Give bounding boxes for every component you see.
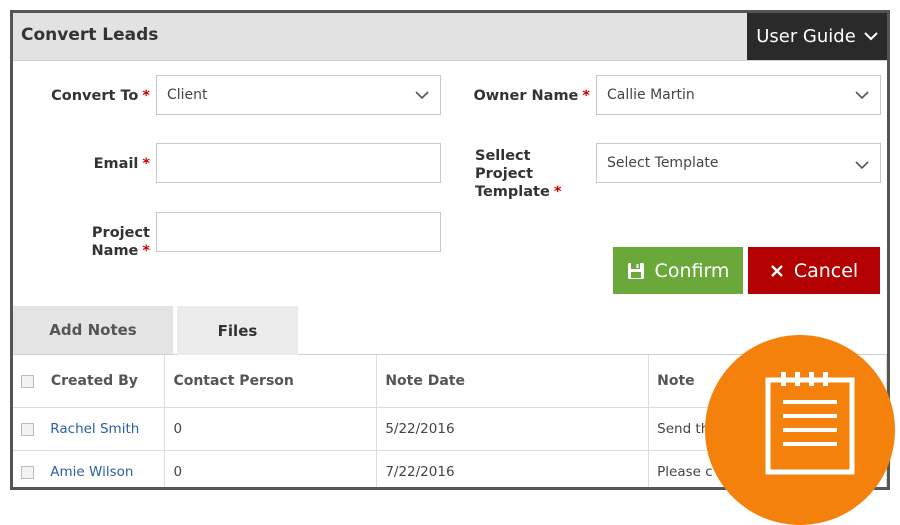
required-marker: * (142, 156, 150, 172)
created-by-link[interactable]: Amie Wilson (50, 464, 133, 480)
email-field[interactable] (156, 143, 441, 183)
project-template-value: Select Template (607, 155, 719, 171)
notepad-badge (705, 335, 895, 525)
column-header-contact-person: Contact Person (164, 355, 378, 408)
note-date-cell: 7/22/2016 (376, 450, 650, 487)
dialog-header: Convert Leads User Guide (13, 13, 887, 61)
confirm-label: Confirm (654, 259, 730, 282)
owner-name-select[interactable]: Callie Martin (596, 75, 881, 115)
created-by-link[interactable]: Rachel Smith (50, 421, 139, 437)
close-icon (770, 264, 783, 277)
required-marker: * (553, 184, 562, 200)
chevron-down-icon (855, 161, 869, 170)
contact-person-cell: 0 (164, 450, 378, 487)
convert-to-select[interactable]: Client (156, 75, 441, 115)
project-name-field[interactable] (156, 212, 441, 252)
user-guide-button[interactable]: User Guide (747, 13, 887, 60)
select-all-checkbox[interactable] (21, 374, 34, 388)
row-checkbox[interactable] (21, 465, 34, 479)
row-checkbox[interactable] (21, 422, 34, 436)
email-label: Email * (93, 156, 150, 172)
chevron-down-icon (855, 91, 869, 100)
project-name-label: Project Name * (91, 225, 150, 259)
project-template-select[interactable]: Select Template (596, 143, 881, 183)
project-template-label: Sellect Project Template * (475, 148, 562, 200)
convert-to-label: Convert To * (51, 88, 150, 104)
user-guide-label: User Guide (756, 26, 856, 47)
tab-add-notes[interactable]: Add Notes (13, 306, 173, 354)
floppy-disk-icon (627, 262, 644, 279)
owner-name-label: Owner Name * (473, 88, 590, 104)
cancel-label: Cancel (793, 259, 859, 282)
note-date-cell: 5/22/2016 (376, 407, 650, 451)
cancel-button[interactable]: Cancel (748, 247, 880, 294)
confirm-button[interactable]: Confirm (613, 247, 743, 294)
chevron-down-icon (864, 32, 878, 41)
required-marker: * (582, 88, 590, 104)
tab-files[interactable]: Files (177, 306, 298, 355)
chevron-down-icon (415, 91, 429, 100)
dialog-title: Convert Leads (21, 25, 159, 45)
convert-to-value: Client (167, 87, 208, 103)
column-header-created-by: Created By (13, 355, 166, 408)
required-marker: * (142, 243, 150, 259)
required-marker: * (142, 88, 150, 104)
owner-name-value: Callie Martin (607, 87, 695, 103)
column-header-note-date: Note Date (376, 355, 650, 408)
notepad-icon (765, 372, 855, 475)
contact-person-cell: 0 (164, 407, 378, 451)
